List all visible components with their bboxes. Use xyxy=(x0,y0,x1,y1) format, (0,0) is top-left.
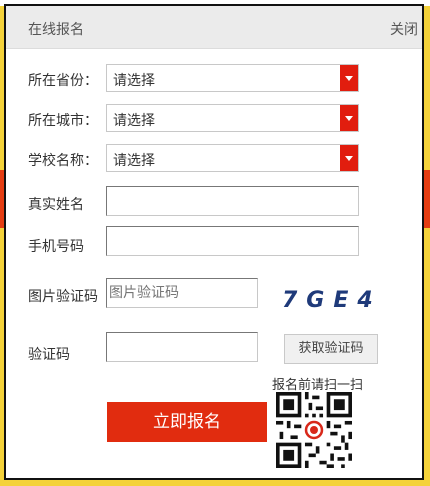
city-select-value: 请选择 xyxy=(113,113,155,129)
submit-registration-button[interactable]: 立即报名 xyxy=(107,402,267,442)
name-input[interactable] xyxy=(106,186,359,216)
background-banner-right xyxy=(424,170,430,228)
image-code-label: 图片验证码 xyxy=(28,289,98,305)
get-sms-code-button[interactable]: 获取验证码 xyxy=(284,334,378,364)
dialog-titlebar: 在线报名 关闭 xyxy=(6,6,422,49)
chevron-down-icon[interactable] xyxy=(340,65,358,91)
sms-code-input[interactable] xyxy=(106,332,258,362)
city-label: 所在城市： xyxy=(28,113,98,129)
image-code-input[interactable] xyxy=(106,278,258,308)
close-button[interactable]: 关闭 xyxy=(390,19,418,39)
dialog-title: 在线报名 xyxy=(28,22,84,38)
school-select[interactable]: 请选择 xyxy=(106,144,359,172)
city-select[interactable]: 请选择 xyxy=(106,104,359,132)
province-label: 所在省份： xyxy=(28,73,98,89)
chevron-down-icon[interactable] xyxy=(340,145,358,171)
registration-dialog: 在线报名 关闭 所在省份： 请选择 所在城市： 请选择 学校名称： 请选择 真实… xyxy=(4,4,424,480)
province-select[interactable]: 请选择 xyxy=(106,64,359,92)
name-label: 真实姓名 xyxy=(28,197,84,213)
sms-code-label: 验证码 xyxy=(28,347,70,363)
province-select-value: 请选择 xyxy=(113,73,155,89)
school-label: 学校名称： xyxy=(28,153,98,169)
qr-caption: 报名前请扫一扫 xyxy=(272,378,364,393)
phone-input[interactable] xyxy=(106,226,359,256)
qr-code-image xyxy=(276,392,352,468)
captcha-image[interactable]: 7GE4 xyxy=(282,288,392,316)
phone-label: 手机号码 xyxy=(28,239,84,255)
chevron-down-icon[interactable] xyxy=(340,105,358,131)
school-select-value: 请选择 xyxy=(113,153,155,169)
